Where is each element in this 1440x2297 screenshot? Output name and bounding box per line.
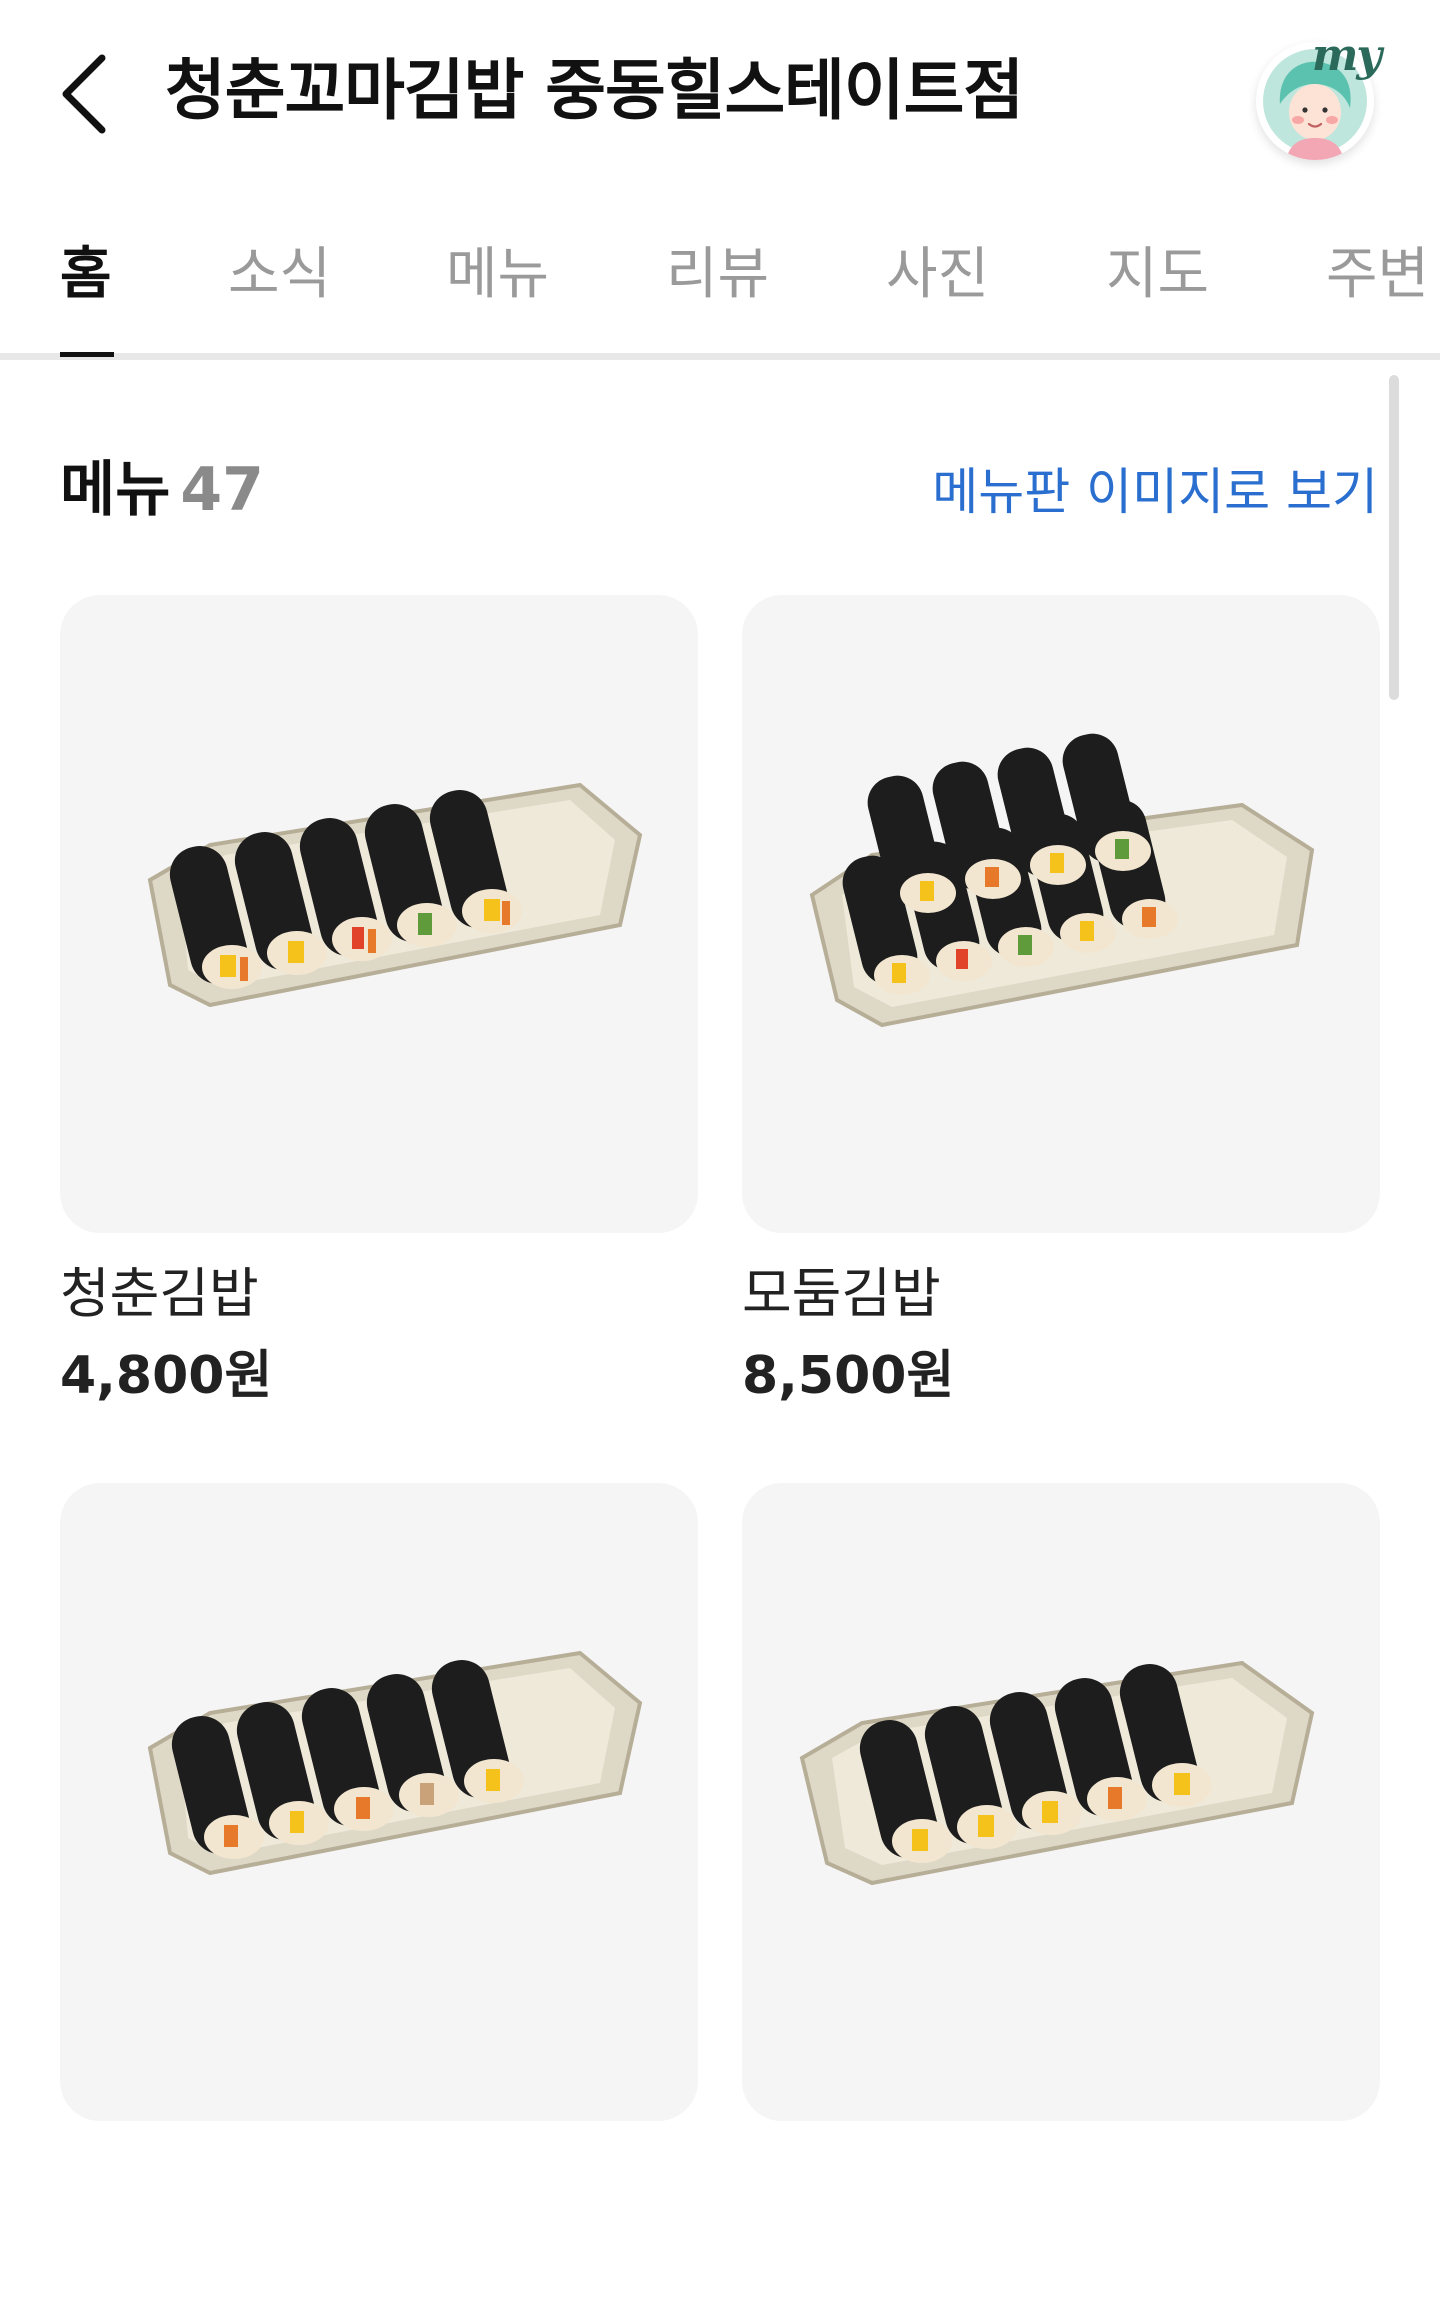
menu-item-image xyxy=(60,595,698,1233)
menu-item[interactable] xyxy=(60,1483,698,2297)
active-tab-indicator xyxy=(60,352,114,357)
menu-item-name xyxy=(742,2147,1380,2217)
tab-nearby[interactable]: 주변 xyxy=(1326,230,1429,320)
menu-item-image xyxy=(742,1483,1380,2121)
tab-home[interactable]: 홈 xyxy=(60,230,112,320)
tab-menu[interactable]: 메뉴 xyxy=(446,230,549,320)
menu-item-name: 청춘김밥 xyxy=(60,1262,259,1325)
menu-count: 47 xyxy=(180,455,264,525)
my-label: my xyxy=(1311,30,1382,81)
top-bar: 청춘꼬마김밥 중동힐스테이트점 my xyxy=(0,0,1440,180)
menu-section-label: 메뉴 xyxy=(60,455,171,525)
menu-item-name: 모둠김밥 xyxy=(742,1262,941,1325)
tab-map[interactable]: 지도 xyxy=(1106,230,1209,320)
menu-item-name xyxy=(60,2147,698,2217)
menu-item-price xyxy=(60,2231,698,2297)
page-title: 청춘꼬마김밥 중동힐스테이트점 xyxy=(165,52,1024,129)
tab-bar: 홈 소식 메뉴 리뷰 사진 지도 주변 xyxy=(0,200,1440,360)
gimbap-platter-icon xyxy=(809,733,1315,1028)
menu-item[interactable]: 모둠김밥 8,500원 xyxy=(742,595,1380,1409)
tab-reviews[interactable]: 리뷰 xyxy=(666,230,769,320)
menu-section-title: 메뉴 47 xyxy=(60,450,264,530)
my-page-button[interactable]: my xyxy=(1250,30,1382,160)
menu-item-price xyxy=(742,2231,1380,2297)
gimbap-platter-icon xyxy=(799,1660,1315,1886)
menu-item-price: 4,800원 xyxy=(60,1346,273,1406)
menu-item-price: 8,500원 xyxy=(742,1346,955,1406)
view-menu-board-link[interactable]: 메뉴판 이미지로 보기 xyxy=(932,452,1378,532)
gimbap-platter-icon xyxy=(147,782,643,1008)
chevron-left-icon xyxy=(62,54,106,134)
back-button[interactable] xyxy=(52,46,116,142)
menu-item[interactable] xyxy=(742,1483,1380,2297)
menu-item[interactable]: 청춘김밥 4,800원 xyxy=(60,595,698,1409)
menu-item-image xyxy=(60,1483,698,2121)
gimbap-platter-icon xyxy=(147,1650,643,1876)
tab-news[interactable]: 소식 xyxy=(228,230,331,320)
tab-photos[interactable]: 사진 xyxy=(886,230,989,320)
scrollbar[interactable] xyxy=(1389,375,1399,700)
menu-item-image xyxy=(742,595,1380,1233)
